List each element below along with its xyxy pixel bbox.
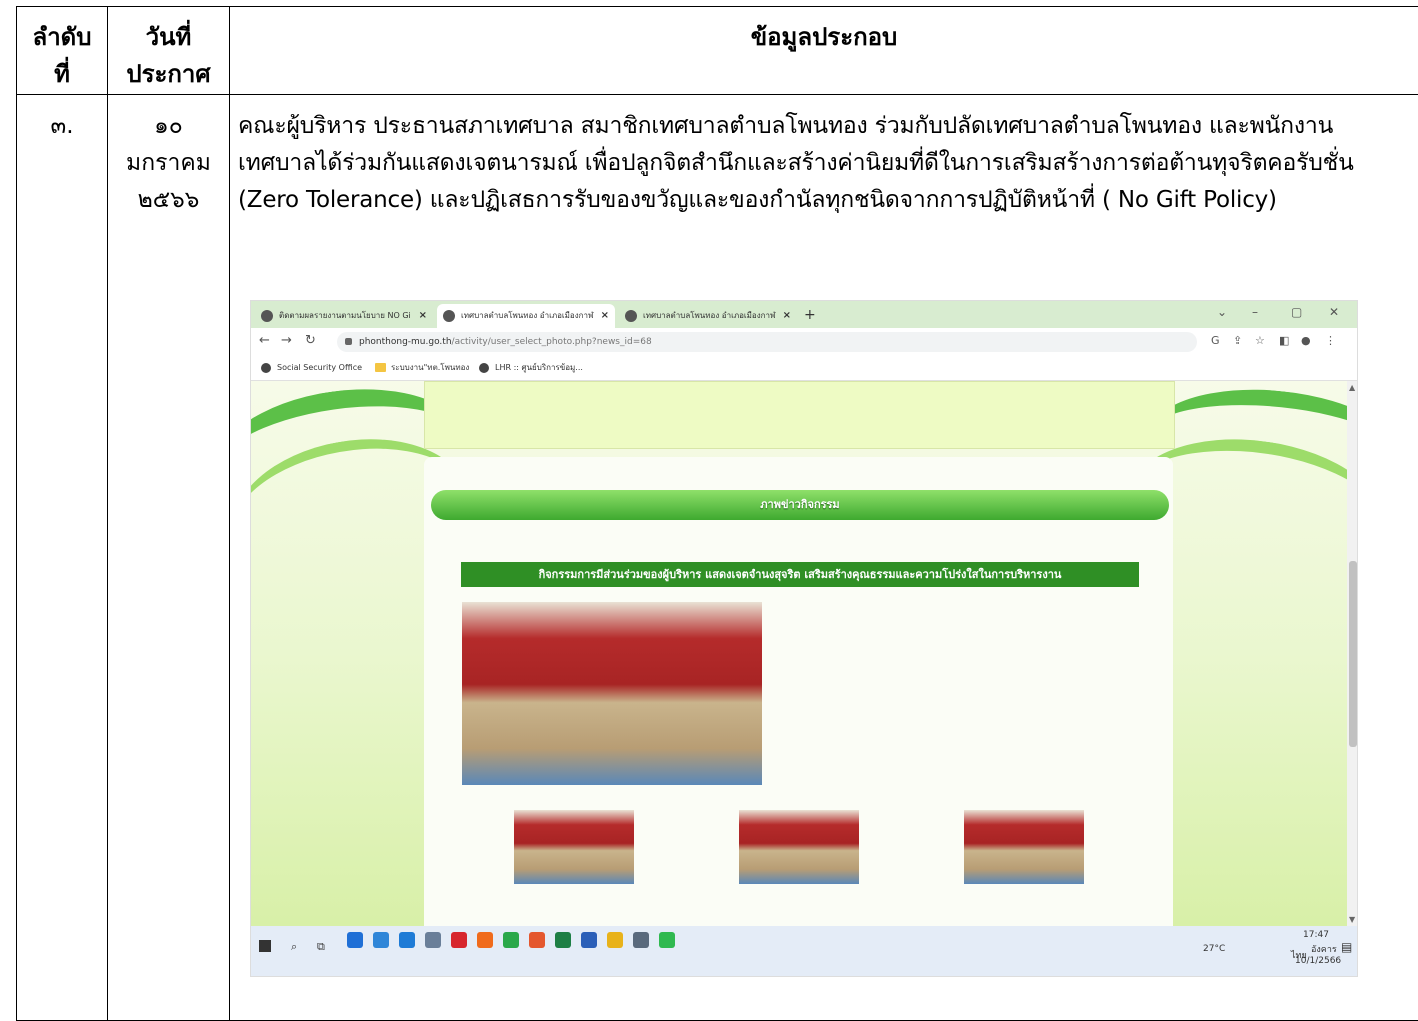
header-date-line1: วันที่ [145,23,192,51]
globe-icon [443,310,455,322]
address-bar: ← → ↻ phonthong-mu.go.th/activity/user_s… [251,328,1357,356]
browser-tab-1[interactable]: ติดตามผลรายงานตามนโยบาย NO Gi × [255,304,433,328]
page-top-box [424,381,1175,449]
activity-title: กิจกรรมการมีส่วนร่วมของผู้บริหาร แสดงเจต… [461,562,1139,587]
header-info: ข้อมูลประกอบ [229,6,1418,95]
mail-icon[interactable] [373,932,389,948]
close-icon[interactable]: × [601,304,609,328]
back-icon[interactable]: ← [259,333,270,348]
clock-date: 10/1/2566 [1295,956,1342,966]
activity-photo-main[interactable] [462,602,762,785]
close-icon[interactable]: × [783,304,791,328]
line-icon[interactable] [659,932,675,948]
url-path: /activity/user_select_photo.php?news_id=… [451,337,652,347]
scroll-up-icon[interactable]: ▲ [1349,383,1355,392]
globe-icon [261,363,271,373]
date-day: ๑๐ [154,113,183,139]
bookmark-item[interactable]: Social Security Office [261,356,362,380]
tab-label: เทศบาลตำบลโพนทอง อำเภอเมืองกาฬ [643,311,776,320]
task-view-icon[interactable]: ⧉ [317,940,325,954]
date-year: ๒๕๖๖ [137,187,200,213]
globe-icon [479,363,489,373]
section-header: ภาพข่าวกิจกรรม [431,490,1169,520]
browser-tab-2[interactable]: เทศบาลตำบลโพนทอง อำเภอเมืองกาฬ × [437,304,615,328]
url-input[interactable]: phonthong-mu.go.th/activity/user_select_… [337,332,1197,352]
tab-label: เทศบาลตำบลโพนทอง อำเภอเมืองกาฬ [461,311,594,320]
header-no-line2: ที่ [54,60,70,88]
globe-icon [261,310,273,322]
bookmarks-bar: Social Security Office ระบบงาน"ทต.โพนทอง… [251,356,1357,381]
folder-icon [375,363,386,372]
share-icon[interactable]: ⇪ [1233,334,1242,347]
close-icon[interactable]: × [419,304,427,328]
scrollbar-thumb[interactable] [1349,561,1357,747]
word-icon[interactable] [581,932,597,948]
app-icon[interactable] [425,932,441,948]
app-icon[interactable] [529,932,545,948]
new-tab-button[interactable]: + [804,304,816,326]
tab-label: ติดตามผลรายงานตามนโยบาย NO Gi [279,311,411,320]
file-explorer-icon[interactable] [607,932,623,948]
notification-icon[interactable]: ▤ [1341,940,1352,954]
row-number: ๓. [16,94,108,1021]
activity-photo-thumb[interactable] [739,810,859,884]
bookmark-item[interactable]: LHR :: ศูนย์บริการข้อมู... [479,356,583,380]
globe-icon [625,310,637,322]
activity-photo-thumb[interactable] [964,810,1084,884]
minimize-icon[interactable]: – [1252,305,1258,319]
header-date-line2: ประกาศ [126,60,211,88]
scroll-down-icon[interactable]: ▼ [1349,915,1355,924]
header-no-line1: ลำดับ [32,23,92,51]
row-description: คณะผู้บริหาร ประธานสภาเทศบาล สมาชิกเทศบา… [238,113,1354,213]
header-no: ลำดับ ที่ [16,6,108,95]
bookmark-label: LHR :: ศูนย์บริการข้อมู... [495,363,583,372]
menu-icon[interactable]: ⋮ [1325,334,1336,347]
clock-time[interactable]: 17:47 [1303,930,1329,940]
header-row: ลำดับ ที่ วันที่ ประกาศ ข้อมูลประกอบ [16,6,1418,95]
profile-icon[interactable]: ● [1301,334,1311,347]
url-host: phonthong-mu.go.th [359,337,452,347]
header-date: วันที่ ประกาศ [107,6,230,95]
date-month: มกราคม [126,150,211,176]
edge-icon[interactable] [347,932,363,948]
clock-day: อังคาร [1311,945,1337,955]
activity-photo-thumb[interactable] [514,810,634,884]
windows-start-icon[interactable] [259,940,271,952]
window-close-icon[interactable]: ✕ [1329,305,1339,319]
star-icon[interactable]: ☆ [1255,334,1265,347]
row-date: ๑๐ มกราคม ๒๕๖๖ [107,94,230,1021]
web-page: ภาพข่าวกิจกรรม กิจกรรมการมีส่วนร่วมของผู… [251,381,1347,926]
store-icon[interactable] [399,932,415,948]
bookmark-label: Social Security Office [277,363,363,372]
app-icon[interactable] [633,932,649,948]
google-icon[interactable]: G [1211,334,1220,347]
bookmark-item[interactable]: ระบบงาน"ทต.โพนทอง [375,356,469,380]
forward-icon[interactable]: → [281,333,292,348]
chevron-down-icon[interactable]: ⌄ [1217,305,1227,319]
browser-screenshot: ติดตามผลรายงานตามนโยบาย NO Gi × เทศบาลตำ… [250,300,1358,977]
opera-icon[interactable] [451,932,467,948]
search-icon[interactable]: ⌕ [291,940,297,954]
bookmark-label: ระบบงาน"ทต.โพนทอง [391,363,470,372]
browser-tab-3[interactable]: เทศบาลตำบลโพนทอง อำเภอเมืองกาฬ × [619,304,797,328]
taskbar: ⌕ ⧉ 27°C ไทย 17:47 อังคาร 10/1/2566 ▤ [251,926,1357,976]
weather-temp[interactable]: 27°C [1203,944,1225,954]
reload-icon[interactable]: ↻ [305,333,316,348]
sidepanel-icon[interactable]: ◧ [1279,334,1289,347]
chrome-icon[interactable] [503,932,519,948]
scrollbar[interactable]: ▲ ▼ [1347,381,1357,926]
lock-icon [345,338,352,345]
excel-icon[interactable] [555,932,571,948]
tab-bar: ติดตามผลรายงานตามนโยบาย NO Gi × เทศบาลตำ… [251,301,1357,328]
maximize-icon[interactable]: ▢ [1291,305,1302,319]
firefox-icon[interactable] [477,932,493,948]
